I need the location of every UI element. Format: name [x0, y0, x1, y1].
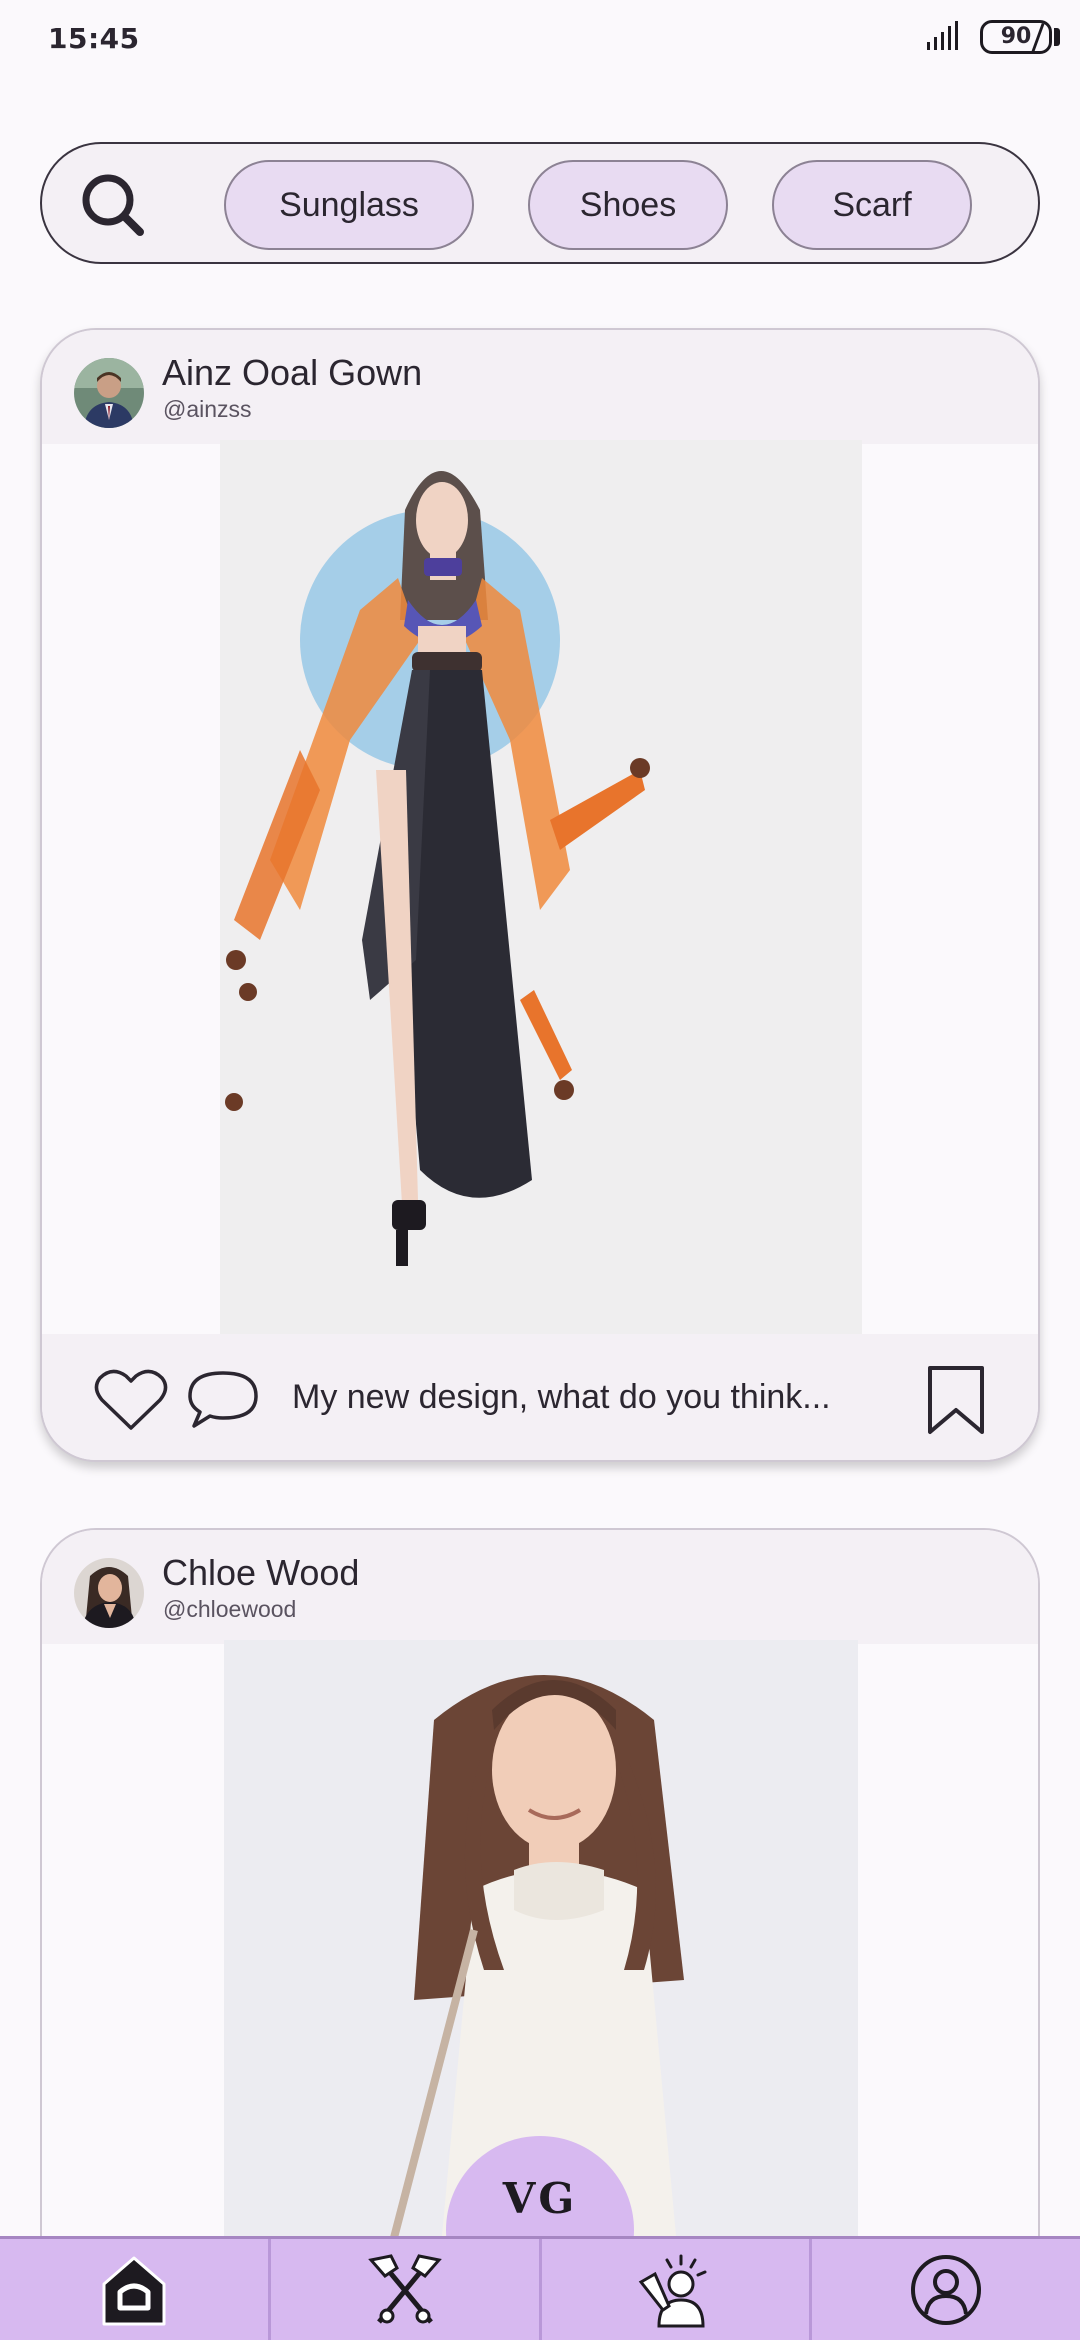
post-caption: My new design, what do you think... — [292, 1378, 831, 1416]
nav-home[interactable] — [0, 2239, 271, 2340]
status-time: 15:45 — [48, 22, 140, 55]
signal-icon — [927, 21, 958, 50]
filter-chip-sunglass[interactable]: Sunglass — [224, 160, 474, 250]
search-filter-bar: Sunglass Shoes Scarf — [40, 142, 1040, 264]
status-bar: 15:45 90 — [0, 0, 1080, 80]
author-handle[interactable]: @chloewood — [163, 1596, 296, 1623]
tailor-icon — [367, 2253, 442, 2324]
avatar[interactable] — [74, 1558, 144, 1628]
post-image-fashion-sketch[interactable] — [220, 440, 862, 1340]
home-icon — [102, 2256, 166, 2325]
post-footer: My new design, what do you think... — [42, 1334, 1038, 1460]
heart-icon[interactable] — [92, 1364, 170, 1434]
bottom-nav — [0, 2236, 1080, 2340]
nav-tailor[interactable] — [271, 2239, 542, 2340]
filter-chip-shoes[interactable]: Shoes — [528, 160, 728, 250]
avatar[interactable] — [74, 358, 144, 428]
search-icon[interactable] — [78, 170, 148, 240]
creator-icon — [639, 2254, 707, 2327]
author-handle[interactable]: @ainzss — [163, 396, 252, 423]
author-name[interactable]: Chloe Wood — [162, 1552, 359, 1594]
battery-icon: 90 — [980, 20, 1060, 56]
battery-level: 90 — [980, 20, 1052, 54]
post-header: Ainz Ooal Gown @ainzss — [42, 330, 1038, 444]
author-name[interactable]: Ainz Ooal Gown — [162, 352, 422, 394]
profile-icon — [911, 2254, 982, 2325]
bookmark-icon[interactable] — [924, 1364, 988, 1436]
nav-create[interactable] — [542, 2239, 813, 2340]
filter-chip-scarf[interactable]: Scarf — [772, 160, 972, 250]
comment-icon[interactable] — [186, 1368, 260, 1430]
post-card: Ainz Ooal Gown @ainzss My new design, wh… — [40, 328, 1040, 1462]
post-header: Chloe Wood @chloewood — [42, 1530, 1038, 1644]
nav-profile[interactable] — [812, 2239, 1080, 2340]
